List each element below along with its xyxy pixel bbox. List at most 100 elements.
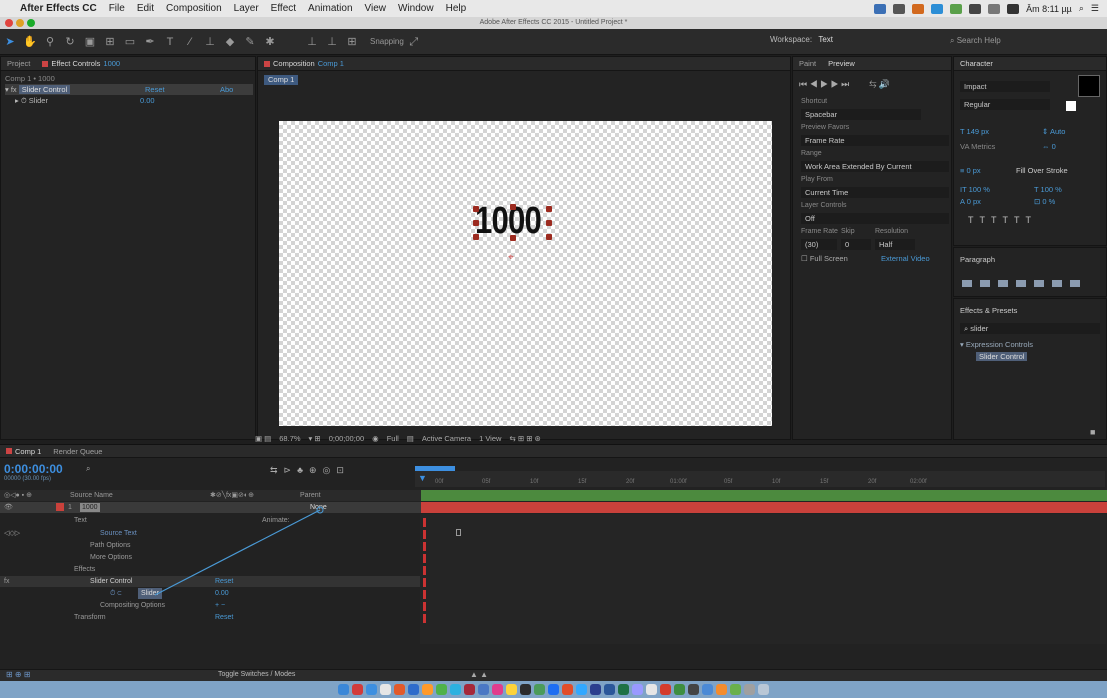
brush-tool-icon[interactable]: ⁄ bbox=[182, 34, 198, 50]
dock-app-icon[interactable] bbox=[534, 684, 545, 695]
footer-toggle-icons[interactable]: ⊞ ⊕ ⊞ bbox=[6, 670, 31, 679]
range-dropdown[interactable]: Work Area Extended By Current bbox=[801, 161, 949, 172]
tab-paragraph[interactable]: Paragraph bbox=[960, 254, 995, 265]
keyframe-marker[interactable] bbox=[423, 614, 426, 623]
minimize-window-icon[interactable] bbox=[16, 19, 24, 27]
stopwatch-icon[interactable]: ⏱ ⊂ bbox=[110, 588, 122, 599]
dock-app-icon[interactable] bbox=[716, 684, 727, 695]
hold-keyframe-icon[interactable] bbox=[456, 529, 461, 536]
keyframe-marker[interactable] bbox=[423, 518, 426, 527]
toggle-switches-modes[interactable]: Toggle Switches / Modes bbox=[218, 671, 295, 678]
comp-flowchart-tab[interactable]: Comp 1 bbox=[264, 75, 299, 85]
keyframe-marker[interactable] bbox=[423, 542, 426, 551]
eraser-tool-icon[interactable]: ◆ bbox=[222, 34, 238, 50]
menu-edit[interactable]: Edit bbox=[131, 3, 160, 14]
justify-all-icon[interactable] bbox=[1070, 280, 1080, 287]
layer-name-field[interactable]: 1000 bbox=[80, 503, 100, 512]
dock-app-icon[interactable] bbox=[520, 684, 531, 695]
align-right-icon[interactable] bbox=[998, 280, 1008, 287]
tab-effects-presets[interactable]: Effects & Presets bbox=[960, 305, 1017, 316]
after-effects-icon[interactable] bbox=[632, 684, 643, 695]
dock-app-icon[interactable] bbox=[548, 684, 559, 695]
dock-app-icon[interactable] bbox=[408, 684, 419, 695]
photoshop-icon[interactable] bbox=[576, 684, 587, 695]
faux-style-buttons[interactable]: TTTTTT bbox=[968, 215, 1037, 225]
leading-field[interactable]: ⇕ Auto bbox=[1042, 127, 1065, 136]
bbox-handle[interactable] bbox=[473, 206, 479, 212]
menu-view[interactable]: View bbox=[359, 3, 393, 14]
align-left-icon[interactable] bbox=[962, 280, 972, 287]
dock-app-icon[interactable] bbox=[506, 684, 517, 695]
slider-property-value[interactable]: 0.00 bbox=[140, 95, 155, 106]
source-name-header[interactable]: Source Name bbox=[70, 490, 113, 501]
justify-left-icon[interactable] bbox=[1016, 280, 1026, 287]
tab-project[interactable]: Project bbox=[1, 59, 36, 68]
canvas-text-layer[interactable]: 1000 bbox=[475, 200, 542, 243]
tray-download-icon[interactable] bbox=[912, 3, 925, 14]
dock-app-icon[interactable] bbox=[366, 684, 377, 695]
local-axis-icon[interactable]: ⊥ bbox=[304, 34, 320, 50]
snapshot-icon[interactable]: ◉ bbox=[372, 434, 379, 443]
bbox-handle[interactable] bbox=[546, 206, 552, 212]
kerning-field[interactable]: VA Metrics bbox=[960, 142, 995, 151]
font-style-dropdown[interactable]: Regular bbox=[960, 99, 1050, 110]
full-screen-checkbox[interactable]: ☐ Full Screen bbox=[801, 253, 848, 264]
finder-icon[interactable] bbox=[338, 684, 349, 695]
play-from-dropdown[interactable]: Current Time bbox=[801, 187, 949, 198]
composition-canvas[interactable] bbox=[279, 121, 772, 426]
selection-tool-icon[interactable]: ➤ bbox=[2, 34, 18, 50]
clone-stamp-tool-icon[interactable]: ⊥ bbox=[202, 34, 218, 50]
vertical-scale-field[interactable]: IT 100 % bbox=[960, 185, 990, 194]
fx-toggle-icon[interactable]: fx bbox=[4, 576, 9, 587]
dock-app-icon[interactable] bbox=[422, 684, 433, 695]
dock-app-icon[interactable] bbox=[464, 684, 475, 695]
av-switches-icon[interactable]: ◎◁● ▪ ⊕ bbox=[4, 490, 32, 501]
menu-file[interactable]: File bbox=[103, 3, 131, 14]
bbox-handle[interactable] bbox=[510, 204, 516, 210]
font-family-dropdown[interactable]: Impact bbox=[960, 81, 1050, 92]
dock-app-icon[interactable] bbox=[492, 684, 503, 695]
keyframe-marker[interactable] bbox=[423, 530, 426, 539]
zoom-dropdown[interactable]: 68.7% bbox=[279, 434, 300, 443]
camera-tool-icon[interactable]: ▣ bbox=[82, 34, 98, 50]
time-ruler[interactable] bbox=[415, 471, 1105, 487]
trash-icon[interactable] bbox=[758, 684, 769, 695]
tab-character[interactable]: Character bbox=[954, 59, 999, 68]
dock-app-icon[interactable] bbox=[702, 684, 713, 695]
menu-animation[interactable]: Animation bbox=[302, 3, 358, 14]
tray-bluetooth-icon[interactable] bbox=[969, 3, 982, 14]
prop-transform-row[interactable]: Transform Reset bbox=[0, 612, 421, 623]
external-video-link[interactable]: External Video bbox=[881, 253, 930, 264]
keyframe-marker[interactable] bbox=[423, 554, 426, 563]
fill-color-swatch[interactable] bbox=[1078, 75, 1100, 97]
bbox-handle[interactable] bbox=[546, 234, 552, 240]
font-size-field[interactable]: T 149 px bbox=[960, 127, 989, 136]
slider-property-row[interactable]: ▸ ⏱ Slider 0.00 bbox=[15, 95, 155, 106]
tab-effect-controls[interactable]: Effect Controls 1000 bbox=[36, 59, 126, 68]
bbox-handle[interactable] bbox=[546, 220, 552, 226]
horizontal-scale-field[interactable]: T 100 % bbox=[1034, 185, 1062, 194]
tab-paint[interactable]: Paint bbox=[793, 59, 822, 68]
bbox-handle[interactable] bbox=[473, 220, 479, 226]
dock-app-icon[interactable] bbox=[590, 684, 601, 695]
dock-app-icon[interactable] bbox=[450, 684, 461, 695]
timeline-search-icon[interactable]: ⌕ bbox=[86, 464, 90, 474]
tab-comp-timeline[interactable]: Comp 1 bbox=[0, 447, 47, 456]
roto-brush-tool-icon[interactable]: ✎ bbox=[242, 34, 258, 50]
type-tool-icon[interactable]: T bbox=[162, 34, 178, 50]
rectangle-tool-icon[interactable]: ▭ bbox=[122, 34, 138, 50]
tray-battery-icon[interactable] bbox=[1007, 3, 1020, 14]
close-window-icon[interactable] bbox=[5, 19, 13, 27]
dock-app-icon[interactable] bbox=[660, 684, 671, 695]
dock-app-icon[interactable] bbox=[352, 684, 363, 695]
current-time-display[interactable]: 0;00;00;00 bbox=[329, 434, 364, 443]
layer-label-color[interactable] bbox=[56, 503, 64, 511]
layer-duration-bar-green[interactable] bbox=[421, 490, 1107, 501]
dock-app-icon[interactable] bbox=[562, 684, 573, 695]
tsume-field[interactable]: ⊡ 0 % bbox=[1034, 197, 1055, 206]
hand-tool-icon[interactable]: ✋ bbox=[22, 34, 38, 50]
word-icon[interactable] bbox=[604, 684, 615, 695]
timeline-switches-icons[interactable]: ⇆⊳♣⊕◎⊡ bbox=[270, 465, 350, 476]
bbox-handle[interactable] bbox=[510, 235, 516, 241]
fx-icon[interactable]: ▾ fx bbox=[5, 85, 17, 94]
